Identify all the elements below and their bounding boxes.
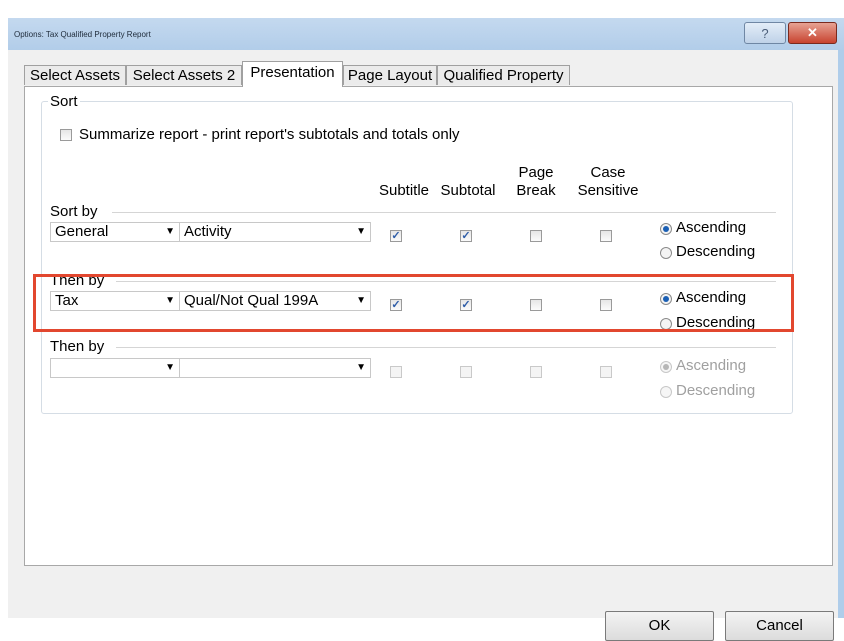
row3-descending-radio[interactable] [660, 386, 672, 398]
row3-ascending-label: Ascending [676, 357, 747, 374]
row1-separator [112, 212, 776, 213]
then-by-2-label: Then by [50, 338, 105, 355]
help-button[interactable]: ? [744, 22, 786, 44]
sort-by-label: Sort by [50, 203, 98, 220]
row1-descending-radio[interactable] [660, 247, 672, 259]
row3-separator [116, 347, 776, 348]
title-bar: Options: Tax Qualified Property Report ?… [8, 18, 844, 50]
sort-by-field1-select[interactable]: General ▼ [50, 222, 180, 242]
row1-descending-label: Descending [676, 243, 756, 260]
tab-select-assets[interactable]: Select Assets [24, 65, 126, 85]
row1-ascending-label: Ascending [676, 219, 747, 236]
then-by-2-field1-select[interactable]: ▼ [50, 358, 180, 378]
dialog-client: Select Assets Select Assets 2 Presentati… [8, 50, 838, 641]
row3-page-break-checkbox[interactable] [530, 366, 542, 378]
row1-subtotal-checkbox[interactable]: ✓ [460, 230, 472, 242]
chevron-down-icon: ▼ [165, 362, 175, 373]
row1-case-sensitive-checkbox[interactable] [600, 230, 612, 242]
row3-case-sensitive-checkbox[interactable] [600, 366, 612, 378]
page-break-header-line2: Break [516, 182, 556, 199]
row3-subtotal-checkbox[interactable] [460, 366, 472, 378]
summarize-label: Summarize report - print report's subtot… [79, 126, 460, 143]
sort-legend: Sort [48, 93, 80, 110]
sort-by-field1-value: General [55, 223, 109, 240]
row3-subtitle-checkbox[interactable] [390, 366, 402, 378]
chevron-down-icon: ▼ [356, 226, 366, 237]
ok-button[interactable]: OK [605, 611, 714, 641]
cancel-button[interactable]: Cancel [725, 611, 834, 641]
sort-groupbox: Sort Summarize report - print report's s… [41, 93, 793, 414]
tab-qualified-property[interactable]: Qualified Property [437, 65, 570, 85]
subtotal-header: Subtotal [440, 182, 496, 199]
row3-descending-label: Descending [676, 382, 756, 399]
chevron-down-icon: ▼ [356, 362, 366, 373]
row1-page-break-checkbox[interactable] [530, 230, 542, 242]
row1-subtitle-checkbox[interactable]: ✓ [390, 230, 402, 242]
tab-select-assets-2[interactable]: Select Assets 2 [126, 65, 242, 85]
highlight-box [33, 274, 794, 332]
page-break-header-line1: Page [518, 164, 554, 181]
tab-page-layout[interactable]: Page Layout [343, 65, 437, 85]
tab-presentation[interactable]: Presentation [242, 61, 343, 87]
window-title: Options: Tax Qualified Property Report [14, 30, 151, 39]
then-by-2-field2-select[interactable]: ▼ [179, 358, 371, 378]
row1-ascending-radio[interactable] [660, 223, 672, 235]
case-sensitive-header-line1: Case [590, 164, 626, 181]
close-button[interactable]: ✕ [788, 22, 837, 44]
row3-ascending-radio[interactable] [660, 361, 672, 373]
sort-by-field2-select[interactable]: Activity ▼ [179, 222, 371, 242]
subtitle-header: Subtitle [378, 182, 430, 199]
sort-by-field2-value: Activity [184, 223, 232, 240]
summarize-checkbox[interactable] [60, 129, 72, 141]
chevron-down-icon: ▼ [165, 226, 175, 237]
case-sensitive-header-line2: Sensitive [577, 182, 639, 199]
